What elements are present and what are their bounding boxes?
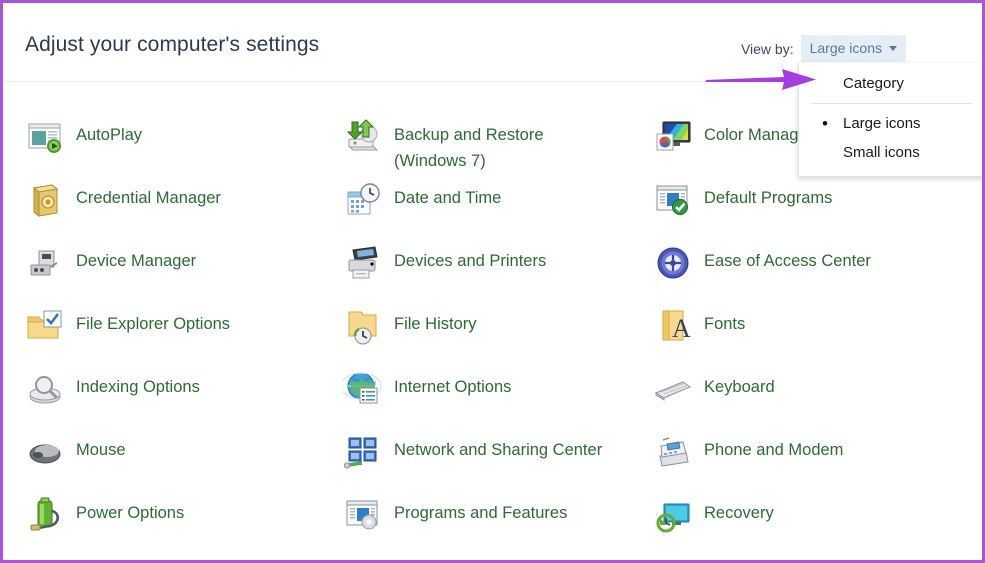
ease-of-access-icon: [653, 243, 693, 283]
cpl-item-file-explorer-options[interactable]: File Explorer Options: [25, 306, 230, 346]
file-explorer-options-icon: [25, 306, 65, 346]
network-sharing-icon: [343, 432, 383, 472]
svg-text:A: A: [672, 314, 691, 343]
cpl-item-label: File Explorer Options: [76, 315, 231, 333]
dropdown-item-category[interactable]: Category: [799, 69, 982, 98]
cpl-item-label: Ease of Access Center: [704, 252, 871, 270]
cpl-item-credential-manager[interactable]: Credential Manager: [25, 180, 221, 220]
view-by-dropdown-menu[interactable]: Category • Large icons Small icons: [798, 63, 982, 177]
cpl-item-autoplay[interactable]: AutoPlay: [25, 117, 142, 157]
device-manager-icon: [25, 243, 65, 283]
cpl-item-date-and-time[interactable]: Date and Time: [343, 180, 501, 220]
cpl-item-label: AutoPlay: [76, 126, 143, 144]
view-by-dropdown-button[interactable]: Large icons: [800, 35, 906, 62]
cpl-item-indexing-options[interactable]: Indexing Options: [25, 369, 200, 409]
cpl-item-label: Fonts: [704, 315, 746, 333]
cpl-item-default-programs[interactable]: Default Programs: [653, 180, 832, 220]
cpl-item-label: Network and Sharing Center: [394, 441, 603, 459]
chevron-down-icon: [889, 45, 897, 51]
autoplay-icon: [25, 117, 65, 157]
mouse-icon: [25, 432, 65, 472]
cpl-item-mouse[interactable]: Mouse: [25, 432, 126, 472]
power-options-icon: [25, 495, 65, 535]
indexing-options-icon: [25, 369, 65, 409]
credential-manager-icon: [25, 180, 65, 220]
cpl-item-label: Default Programs: [704, 189, 833, 207]
programs-features-icon: [343, 495, 383, 535]
cpl-item-label: Phone and Modem: [704, 441, 844, 459]
page-title: Adjust your computer's settings: [25, 33, 320, 56]
cpl-item-network-and-sharing-center[interactable]: Network and Sharing Center: [343, 432, 602, 472]
phone-modem-icon: [653, 432, 693, 472]
devices-printers-icon: [343, 243, 383, 283]
control-panel-window: Adjust your computer's settings View by:…: [0, 0, 985, 563]
dropdown-item-label: Category: [843, 75, 904, 92]
keyboard-icon: [653, 369, 693, 409]
dropdown-item-small-icons[interactable]: Small icons: [799, 138, 982, 167]
bullet-marker-selected: •: [822, 114, 828, 133]
view-by-label: View by:: [740, 40, 794, 57]
cpl-item-label: Devices and Printers: [394, 252, 547, 270]
cpl-item-label: Power Options: [76, 504, 185, 522]
menu-separator: [811, 103, 972, 104]
cpl-item-label: Device Manager: [76, 252, 197, 270]
dropdown-item-label: Small icons: [843, 144, 920, 161]
cpl-item-phone-and-modem[interactable]: Phone and Modem: [653, 432, 843, 472]
cpl-item-label: Programs and Features: [394, 504, 568, 522]
cpl-item-ease-of-access-center[interactable]: Ease of Access Center: [653, 243, 871, 283]
dropdown-item-label: Large icons: [843, 115, 921, 132]
cpl-item-devices-and-printers[interactable]: Devices and Printers: [343, 243, 546, 283]
cpl-item-recovery[interactable]: Recovery: [653, 495, 774, 535]
file-history-icon: [343, 306, 383, 346]
backup-restore-icon: [343, 117, 383, 157]
cpl-item-fonts[interactable]: A Fonts: [653, 306, 745, 346]
cpl-item-label: Date and Time: [394, 189, 502, 207]
date-time-icon: [343, 180, 383, 220]
cpl-item-file-history[interactable]: File History: [343, 306, 477, 346]
color-management-icon: [653, 117, 693, 157]
cpl-item-label: Mouse: [76, 441, 126, 459]
cpl-item-label: Credential Manager: [76, 189, 221, 207]
cpl-item-label: Recovery: [704, 504, 774, 522]
cpl-item-label: Internet Options: [394, 378, 512, 396]
recovery-icon: [653, 495, 693, 535]
default-programs-icon: [653, 180, 693, 220]
fonts-icon: A: [653, 306, 693, 346]
cpl-item-device-manager[interactable]: Device Manager: [25, 243, 196, 283]
cpl-item-label: Indexing Options: [76, 378, 200, 396]
cpl-item-programs-and-features[interactable]: Programs and Features: [343, 495, 567, 535]
cpl-item-internet-options[interactable]: Internet Options: [343, 369, 511, 409]
cpl-item-label: File History: [394, 315, 477, 333]
view-by-group: View by: Large icons: [741, 35, 906, 62]
cpl-item-backup-and-restore-windows-7[interactable]: Backup and Restore (Windows 7): [343, 117, 609, 174]
cpl-item-label: Keyboard: [704, 378, 775, 396]
cpl-item-label: Backup and Restore (Windows 7): [394, 126, 544, 170]
view-by-value: Large icons: [809, 40, 882, 56]
internet-options-icon: [343, 369, 383, 409]
cpl-item-keyboard[interactable]: Keyboard: [653, 369, 775, 409]
dropdown-item-large-icons[interactable]: • Large icons: [799, 109, 982, 138]
cpl-item-power-options[interactable]: Power Options: [25, 495, 184, 535]
